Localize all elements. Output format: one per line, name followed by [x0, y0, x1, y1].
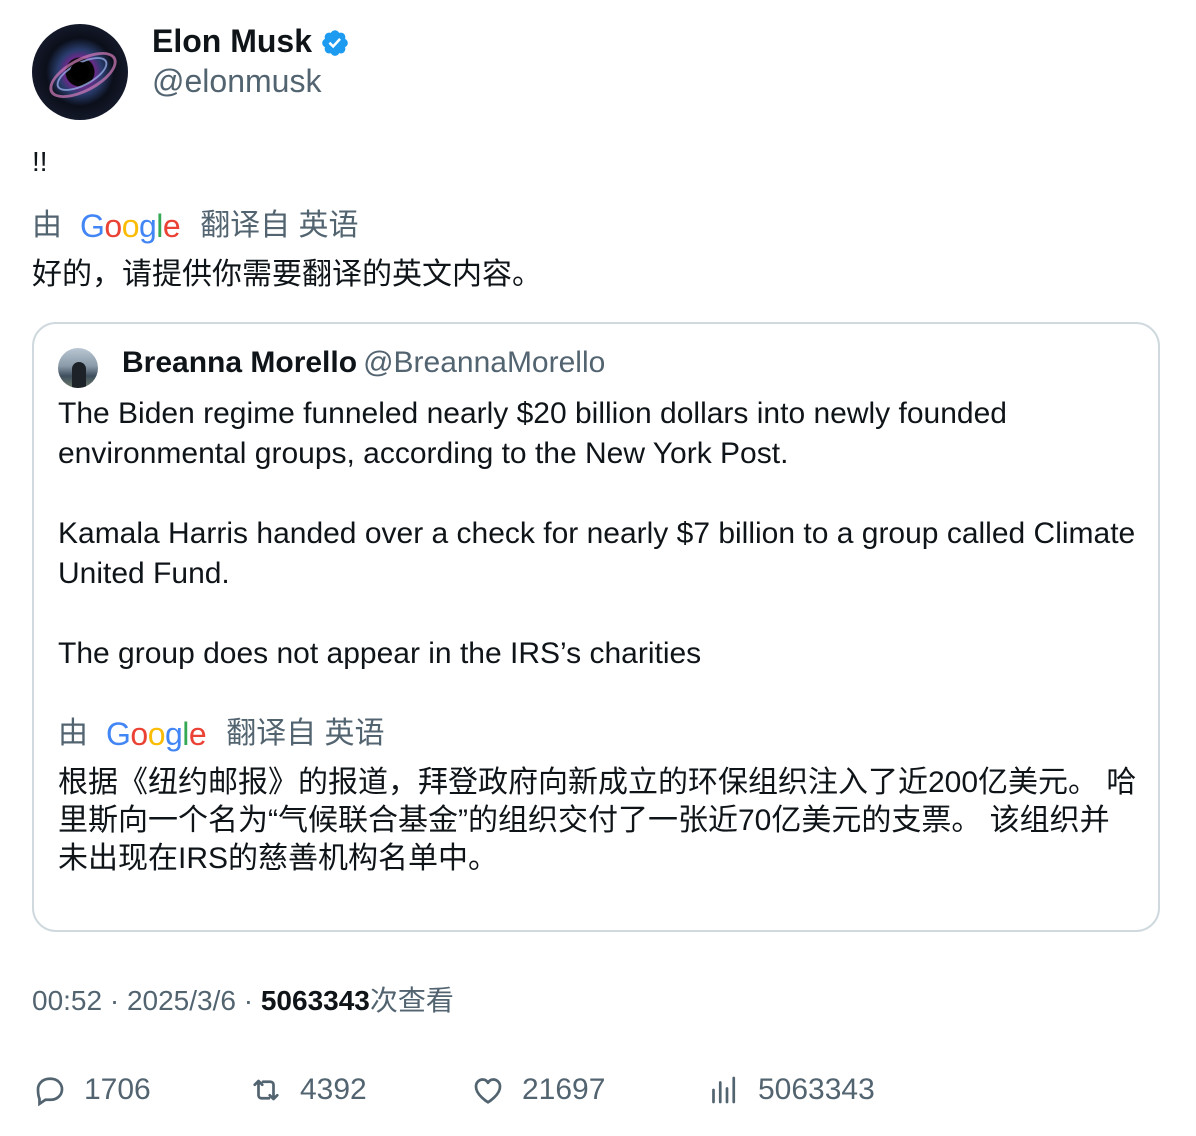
reply-count: 1706 [84, 1073, 151, 1106]
avatar-figure [72, 362, 86, 388]
quote-paragraph: The group does not appear in the IRS’s c… [58, 637, 702, 670]
reply-button[interactable]: 1706 [32, 1070, 151, 1110]
translation-suffix: 翻译自 英语 [200, 209, 359, 242]
quote-paragraph: The Biden regime funneled nearly $20 bil… [58, 397, 1007, 470]
author-avatar[interactable] [32, 24, 128, 120]
views-label: 次查看 [369, 985, 454, 1016]
quote-translation-label[interactable]: 由 Google 翻译自 英语 [58, 716, 385, 752]
quote-author: Breanna Morello @BreannaMorello [122, 344, 605, 382]
views-button[interactable]: 5063343 [706, 1070, 875, 1110]
tweet-translated-text: 好的，请提供你需要翻译的英文内容。 [32, 258, 542, 291]
heart-icon [474, 1078, 502, 1104]
retweet-count: 4392 [300, 1073, 367, 1106]
quote-author-handle: @BreannaMorello [363, 346, 606, 379]
quote-author-name: Breanna Morello [122, 346, 358, 379]
analytics-icon [712, 1076, 736, 1104]
google-logo-icon: Google [106, 716, 207, 752]
quote-body: The Biden regime funneled nearly $20 bil… [58, 394, 1138, 674]
author-handle[interactable]: @elonmusk [152, 62, 321, 100]
like-button[interactable]: 21697 [470, 1070, 605, 1110]
tweet-date[interactable]: 2025/3/6 [127, 985, 236, 1016]
avatar-core [70, 62, 90, 82]
verified-badge-icon [322, 30, 348, 56]
tweet-meta: 00:52 · 2025/3/6 · 5063343次查看 [32, 985, 454, 1016]
author-name[interactable]: Elon Musk [152, 22, 312, 60]
translation-prefix: 由 [58, 717, 88, 750]
retweet-button[interactable]: 4392 [248, 1070, 367, 1110]
google-logo-icon: Google [80, 208, 181, 244]
views-count: 5063343 [260, 985, 370, 1016]
like-count: 21697 [522, 1073, 606, 1106]
views-action-count: 5063343 [758, 1073, 875, 1106]
quote-author-avatar [58, 348, 98, 388]
tweet-text: !! [32, 146, 48, 177]
retweet-icon [253, 1079, 279, 1101]
translation-label[interactable]: 由 Google 翻译自 英语 [32, 208, 359, 244]
translation-suffix: 翻译自 英语 [226, 717, 385, 750]
tweet-time[interactable]: 00:52 [32, 985, 102, 1016]
reply-icon [36, 1077, 64, 1107]
quote-paragraph: Kamala Harris handed over a check for ne… [58, 517, 1136, 590]
quote-translated-text: 根据《纽约邮报》的报道，拜登政府向新成立的环保组织注入了近200亿美元。 哈里斯… [58, 766, 1137, 875]
translation-prefix: 由 [32, 209, 62, 242]
